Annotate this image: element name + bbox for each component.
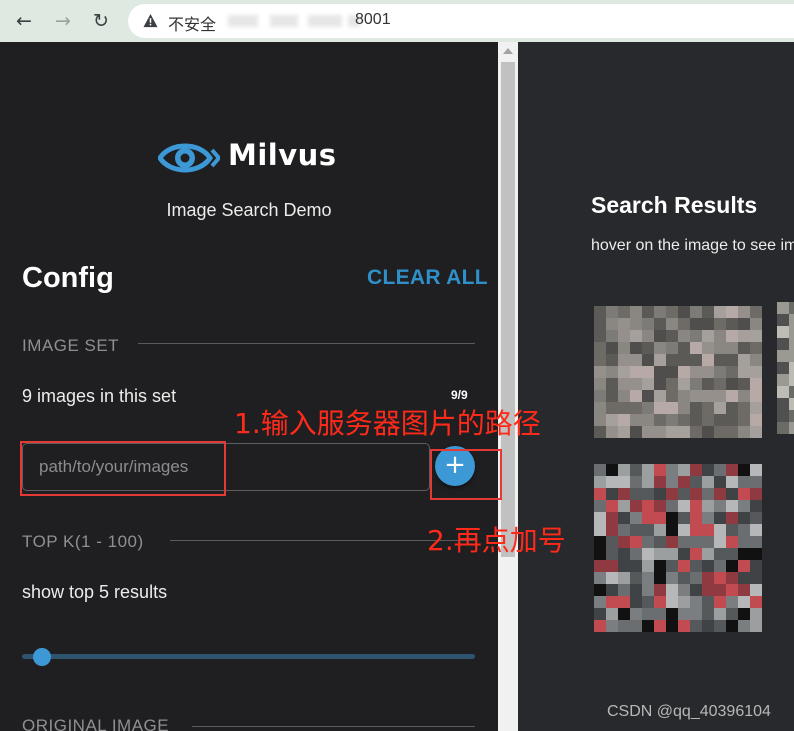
divider bbox=[192, 726, 475, 727]
annotation-step1: 1.输入服务器图片的路径 bbox=[234, 407, 541, 440]
app-subtitle: Image Search Demo bbox=[166, 200, 332, 220]
milvus-logo: Milvus bbox=[157, 136, 358, 180]
annotation-box-input bbox=[20, 441, 226, 496]
original-image-label: ORIGINAL IMAGE bbox=[22, 716, 170, 731]
back-icon[interactable]: ← bbox=[12, 9, 36, 33]
result-image[interactable] bbox=[594, 464, 762, 632]
result-image[interactable] bbox=[594, 306, 762, 438]
clear-all-button[interactable]: CLEAR ALL bbox=[367, 266, 488, 290]
config-title: Config bbox=[22, 262, 114, 294]
results-title: Search Results bbox=[591, 192, 758, 218]
watermark: CSDN @qq_40396104 bbox=[607, 703, 771, 720]
eye-logo-icon bbox=[157, 143, 222, 173]
results-hint: hover on the image to see image bbox=[591, 237, 794, 254]
insecure-label: 不安全 bbox=[168, 17, 217, 34]
scrollbar[interactable] bbox=[498, 42, 518, 731]
warning-icon[interactable] bbox=[143, 13, 158, 28]
top-k-label: TOP K(1 - 100) bbox=[22, 532, 144, 551]
annotation-step2: 2.再点加号 bbox=[427, 524, 566, 557]
scrollbar-thumb[interactable] bbox=[501, 62, 515, 557]
top-k-text: show top 5 results bbox=[22, 582, 168, 602]
browser-toolbar: ← → ↻ 不安全 8001 bbox=[0, 0, 794, 42]
image-count-badge: 9/9 bbox=[451, 388, 468, 402]
logo-text: Milvus bbox=[228, 138, 337, 172]
top-k-slider-track[interactable] bbox=[22, 654, 475, 659]
result-image[interactable] bbox=[777, 302, 794, 438]
divider bbox=[138, 343, 475, 344]
forward-icon[interactable]: → bbox=[51, 9, 75, 33]
top-k-slider-thumb[interactable] bbox=[33, 648, 51, 666]
url-port: 8001 bbox=[355, 11, 391, 28]
annotation-box-button bbox=[430, 449, 502, 500]
scroll-up-arrow-icon[interactable] bbox=[503, 48, 513, 54]
reload-icon[interactable]: ↻ bbox=[89, 9, 113, 33]
results-panel: Search Results hover on the image to see… bbox=[518, 42, 794, 731]
image-count-text: 9 images in this set bbox=[22, 386, 177, 406]
image-set-label: IMAGE SET bbox=[22, 336, 120, 355]
